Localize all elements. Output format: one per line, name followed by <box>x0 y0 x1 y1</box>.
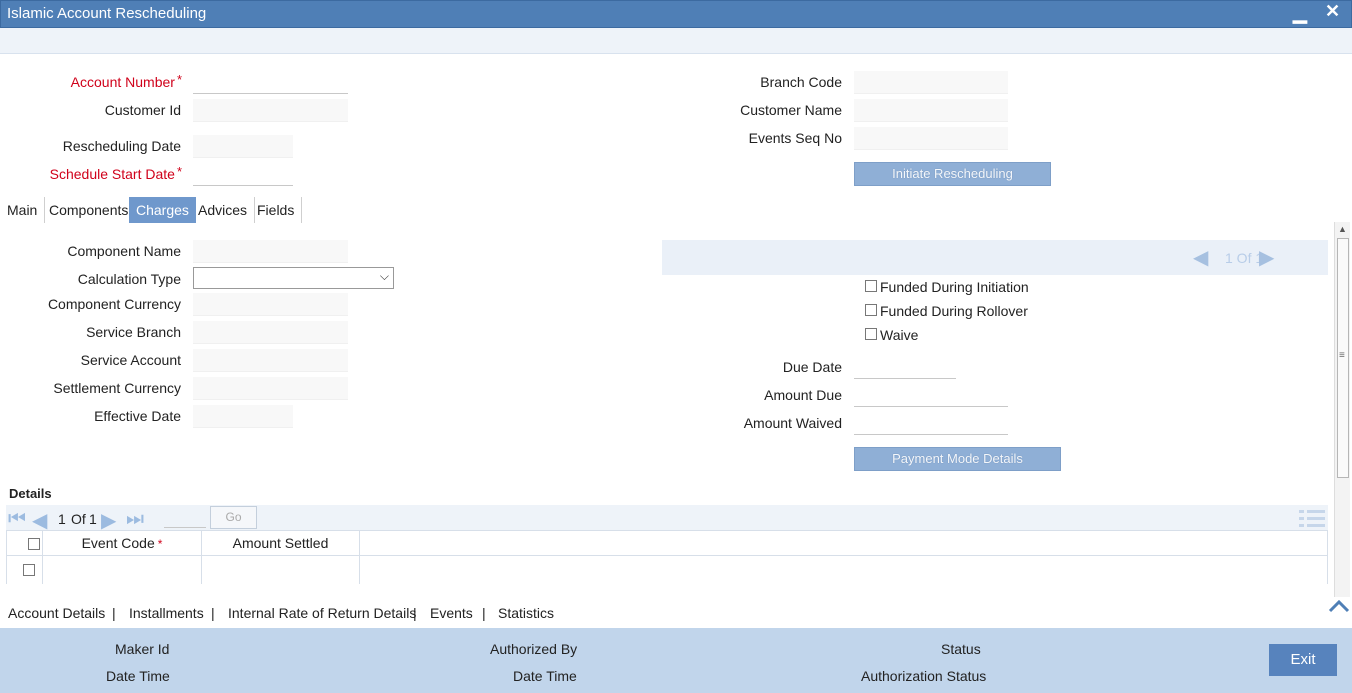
tab-fields[interactable]: Fields <box>250 197 303 223</box>
customer-name-input[interactable] <box>854 99 1008 122</box>
events-seq-no-input[interactable] <box>854 127 1008 150</box>
bottom-tab-statistics[interactable]: Statistics <box>498 605 554 621</box>
payment-mode-details-button[interactable]: Payment Mode Details <box>854 447 1061 471</box>
funded-rollover-checkbox[interactable] <box>865 304 877 316</box>
bottom-tab-account-details[interactable]: Account Details <box>8 605 105 621</box>
settlement-currency-label: Settlement Currency <box>53 380 181 396</box>
service-branch-input[interactable] <box>193 321 348 344</box>
due-date-input[interactable] <box>854 356 956 379</box>
funded-rollover-label: Funded During Rollover <box>880 303 1028 319</box>
initiate-rescheduling-button[interactable]: Initiate Rescheduling <box>854 162 1051 186</box>
authorized-by-label: Authorized By <box>490 641 578 657</box>
tab-separator: | <box>211 605 215 621</box>
window-title: Islamic Account Rescheduling <box>7 5 207 22</box>
amount-waived-label: Amount Waived <box>743 415 842 431</box>
tab-advices[interactable]: Advices <box>191 197 256 223</box>
authorization-status-label: Authorization Status <box>861 668 987 684</box>
tab-bar: Main Components Charges Advices Fields <box>0 197 320 223</box>
last-page-icon[interactable]: ⏭ <box>126 508 144 531</box>
service-account-input[interactable] <box>193 349 348 372</box>
tab-separator: | <box>112 605 116 621</box>
customer-id-label: Customer Id <box>104 102 181 118</box>
details-heading: Details <box>9 486 52 501</box>
page-number-input[interactable] <box>164 507 206 528</box>
details-table: Event Code * Amount Settled <box>6 530 1328 584</box>
window-titlebar: Islamic Account Rescheduling ▁ ✕ <box>0 0 1352 28</box>
table-row <box>7 556 1327 584</box>
details-table-header: Event Code * Amount Settled <box>7 531 1327 556</box>
charges-pager-band: ◀ 1 Of 1 ▶ <box>662 240 1328 275</box>
schedule-start-date-label: Schedule Start Date * <box>49 164 182 182</box>
row-checkbox[interactable] <box>23 564 35 576</box>
page-of: Of <box>71 511 86 527</box>
tab-components[interactable]: Components <box>42 197 137 223</box>
details-pager-bar: ⏮ ◀ 1 Of 1 ▶ ⏭ Go <box>6 505 1328 532</box>
audit-footer: Maker Id Date Time Authorized By Date Ti… <box>0 628 1352 693</box>
tab-separator: | <box>413 605 417 621</box>
maker-id-label: Maker Id <box>115 641 170 657</box>
component-name-label: Component Name <box>67 243 181 259</box>
effective-date-label: Effective Date <box>94 408 181 424</box>
toolbar-strip <box>0 28 1352 54</box>
scroll-up-icon[interactable]: ▲ <box>1338 224 1347 234</box>
due-date-label: Due Date <box>782 359 842 375</box>
funded-initiation-checkbox[interactable] <box>865 280 877 292</box>
branch-code-input[interactable] <box>854 71 1008 94</box>
calculation-type-select[interactable]: ⌵ <box>193 267 394 289</box>
account-number-input[interactable] <box>193 71 348 94</box>
next-record-icon[interactable]: ▶ <box>1259 245 1274 270</box>
exit-button[interactable]: Exit <box>1269 644 1337 676</box>
amount-due-input[interactable] <box>854 384 1008 407</box>
close-icon[interactable]: ✕ <box>1325 1 1340 22</box>
rescheduling-date-label: Rescheduling Date <box>62 138 181 154</box>
waive-checkbox[interactable] <box>865 328 877 340</box>
page-current: 1 <box>58 511 66 527</box>
bottom-tab-bar: Account Details | Installments | Interna… <box>0 597 1352 628</box>
component-currency-label: Component Currency <box>47 296 181 312</box>
bottom-tab-irr-details[interactable]: Internal Rate of Return Details <box>228 605 416 621</box>
amount-waived-input[interactable] <box>854 412 1008 435</box>
tab-separator: | <box>482 605 486 621</box>
customer-id-input[interactable] <box>193 99 348 122</box>
maker-date-time-label: Date Time <box>106 668 170 684</box>
previous-record-icon[interactable]: ◀ <box>1193 245 1208 270</box>
settlement-currency-input[interactable] <box>193 377 348 400</box>
select-all-checkbox[interactable] <box>28 538 40 550</box>
tab-main[interactable]: Main <box>0 197 46 223</box>
vertical-scrollbar[interactable]: ▲ ≡ <box>1334 222 1350 597</box>
event-code-cell[interactable] <box>43 556 202 584</box>
service-account-label: Service Account <box>80 352 181 368</box>
minimize-icon[interactable]: ▁ <box>1293 3 1307 24</box>
bottom-tab-installments[interactable]: Installments <box>129 605 204 621</box>
rescheduling-date-input[interactable] <box>193 135 293 158</box>
component-currency-input[interactable] <box>193 293 348 316</box>
column-amount-settled: Amount Settled <box>202 531 360 555</box>
grip-icon: ≡ <box>1339 350 1345 361</box>
amount-settled-cell[interactable] <box>202 556 360 584</box>
calculation-type-label: Calculation Type <box>77 271 181 287</box>
tab-charges[interactable]: Charges <box>129 197 196 223</box>
amount-due-label: Amount Due <box>764 387 842 403</box>
column-menu-icon[interactable] <box>1299 507 1325 529</box>
events-seq-no-label: Events Seq No <box>748 130 842 146</box>
page-total: 1 <box>89 511 97 527</box>
collapse-up-icon[interactable] <box>1328 599 1350 613</box>
schedule-start-date-input[interactable] <box>193 163 293 186</box>
waive-label: Waive <box>880 327 919 343</box>
service-branch-label: Service Branch <box>86 324 181 340</box>
effective-date-input[interactable] <box>193 405 293 428</box>
bottom-tab-events[interactable]: Events <box>430 605 473 621</box>
charges-pager-text: 1 Of 1 <box>1225 250 1264 266</box>
account-number-label: Account Number * <box>70 72 182 90</box>
column-event-code: Event Code * <box>43 531 202 555</box>
component-name-input[interactable] <box>193 240 348 263</box>
branch-code-label: Branch Code <box>760 74 842 90</box>
chevron-down-icon: ⌵ <box>379 269 389 283</box>
customer-name-label: Customer Name <box>740 102 842 118</box>
status-label: Status <box>941 641 981 657</box>
go-button[interactable]: Go <box>210 506 257 529</box>
first-page-icon[interactable]: ⏮ <box>8 508 26 531</box>
funded-initiation-label: Funded During Initiation <box>880 279 1029 295</box>
checker-date-time-label: Date Time <box>513 668 577 684</box>
